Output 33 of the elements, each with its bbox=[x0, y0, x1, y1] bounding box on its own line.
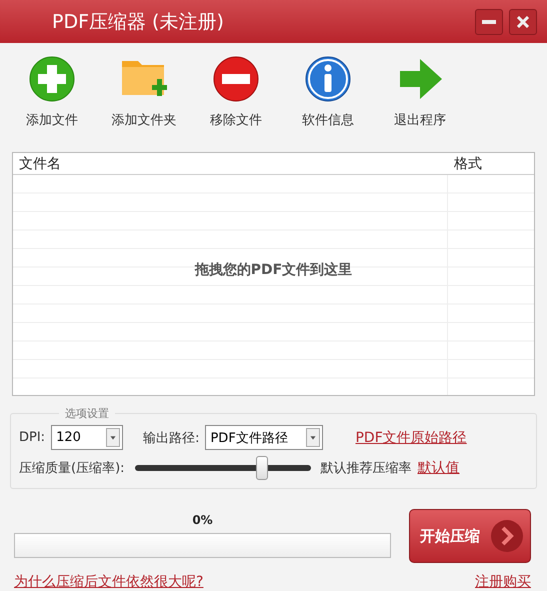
chevron-circle-icon bbox=[490, 519, 524, 553]
dpi-dropdown[interactable]: 120 bbox=[51, 425, 124, 450]
close-icon bbox=[517, 16, 529, 28]
register-link[interactable]: 注册购买 bbox=[475, 573, 531, 591]
minimize-icon bbox=[482, 20, 496, 24]
minus-icon bbox=[212, 55, 260, 104]
original-path-link[interactable]: PDF文件原始路径 bbox=[355, 428, 467, 446]
caret-icon bbox=[306, 428, 320, 447]
caret-icon bbox=[106, 428, 120, 447]
progress-reading: 0% bbox=[192, 513, 213, 527]
window-title: PDF压缩器 (未注册) bbox=[52, 10, 225, 35]
minimize-button[interactable] bbox=[475, 8, 503, 35]
toolbar-button[interactable]: 退出程序 bbox=[374, 51, 466, 152]
toolbar-button[interactable]: 移除文件 bbox=[190, 51, 282, 152]
quality-label: 压缩质量(压缩率): bbox=[19, 460, 125, 477]
column-header: 格式 bbox=[453, 155, 483, 174]
toolbar-button[interactable]: 添加文件夹 bbox=[98, 51, 190, 152]
plus-icon bbox=[28, 55, 76, 104]
info-icon bbox=[304, 55, 352, 104]
close-button[interactable] bbox=[509, 8, 537, 35]
output-dropdown[interactable]: PDF文件路径 bbox=[205, 425, 324, 450]
group-title: 选项设置 bbox=[64, 406, 110, 421]
default-link[interactable]: 默认值 bbox=[418, 459, 460, 477]
toolbar-button[interactable]: 添加文件 bbox=[6, 51, 98, 152]
dpi-label: DPI: bbox=[19, 430, 46, 445]
empty-hint: 拖拽您的PDF文件到这里 bbox=[194, 262, 352, 278]
help-link[interactable]: 为什么压缩后文件依然很大呢? bbox=[14, 573, 204, 591]
toolbar-button[interactable]: 软件信息 bbox=[282, 51, 374, 152]
quality-text: 默认推荐压缩率 bbox=[320, 460, 412, 477]
slider-thumb[interactable] bbox=[256, 456, 268, 480]
output-label: 输出路径: bbox=[143, 430, 200, 446]
column-header: 文件名 bbox=[18, 155, 62, 174]
start-button[interactable]: 开始压缩 bbox=[409, 509, 531, 563]
